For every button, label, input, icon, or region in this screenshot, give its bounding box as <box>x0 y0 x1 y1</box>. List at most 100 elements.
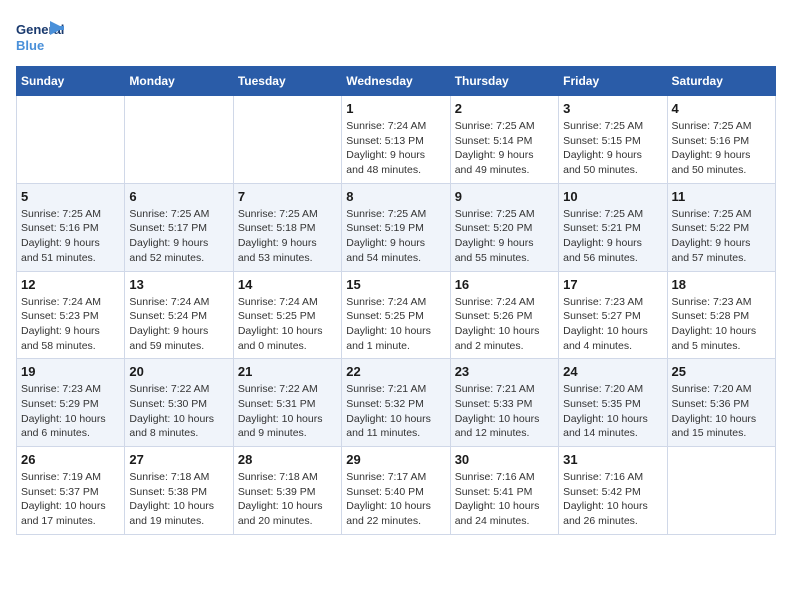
day-info: Sunrise: 7:25 AM Sunset: 5:19 PM Dayligh… <box>346 207 445 266</box>
day-info: Sunrise: 7:24 AM Sunset: 5:24 PM Dayligh… <box>129 295 228 354</box>
calendar-week-row: 19 Sunrise: 7:23 AM Sunset: 5:29 PM Dayli… <box>17 359 776 447</box>
calendar-cell: 28 Sunrise: 7:18 AM Sunset: 5:39 PM Dayli… <box>233 447 341 535</box>
calendar-cell: 10 Sunrise: 7:25 AM Sunset: 5:21 PM Dayli… <box>559 183 667 271</box>
day-info: Sunrise: 7:22 AM Sunset: 5:31 PM Dayligh… <box>238 382 337 441</box>
day-info: Sunrise: 7:24 AM Sunset: 5:23 PM Dayligh… <box>21 295 120 354</box>
day-number: 1 <box>346 101 445 116</box>
day-info: Sunrise: 7:20 AM Sunset: 5:36 PM Dayligh… <box>672 382 771 441</box>
day-number: 30 <box>455 452 554 467</box>
day-number: 7 <box>238 189 337 204</box>
calendar-cell: 9 Sunrise: 7:25 AM Sunset: 5:20 PM Daylig… <box>450 183 558 271</box>
day-number: 15 <box>346 277 445 292</box>
day-number: 9 <box>455 189 554 204</box>
day-number: 21 <box>238 364 337 379</box>
calendar-cell: 5Sunrise: 7:25 AM Sunset: 5:16 PM Daylig… <box>17 183 125 271</box>
day-number: 22 <box>346 364 445 379</box>
calendar-header: SundayMondayTuesdayWednesdayThursdayFrid… <box>17 67 776 96</box>
day-info: Sunrise: 7:25 AM Sunset: 5:20 PM Dayligh… <box>455 207 554 266</box>
day-number: 11 <box>672 189 771 204</box>
calendar-cell: 7 Sunrise: 7:25 AM Sunset: 5:18 PM Daylig… <box>233 183 341 271</box>
day-info: Sunrise: 7:22 AM Sunset: 5:30 PM Dayligh… <box>129 382 228 441</box>
day-info: Sunrise: 7:23 AM Sunset: 5:28 PM Dayligh… <box>672 295 771 354</box>
day-number: 24 <box>563 364 662 379</box>
day-number: 6 <box>129 189 228 204</box>
day-info: Sunrise: 7:24 AM Sunset: 5:13 PM Dayligh… <box>346 119 445 178</box>
calendar-cell: 3 Sunrise: 7:25 AM Sunset: 5:15 PM Daylig… <box>559 96 667 184</box>
calendar-cell: 1 Sunrise: 7:24 AM Sunset: 5:13 PM Daylig… <box>342 96 450 184</box>
day-info: Sunrise: 7:21 AM Sunset: 5:33 PM Dayligh… <box>455 382 554 441</box>
calendar-week-row: 12 Sunrise: 7:24 AM Sunset: 5:23 PM Dayli… <box>17 271 776 359</box>
day-number: 26 <box>21 452 120 467</box>
day-info: Sunrise: 7:25 AM Sunset: 5:21 PM Dayligh… <box>563 207 662 266</box>
weekday-header-saturday: Saturday <box>667 67 775 96</box>
day-number: 27 <box>129 452 228 467</box>
day-info: Sunrise: 7:21 AM Sunset: 5:32 PM Dayligh… <box>346 382 445 441</box>
day-info: Sunrise: 7:25 AM Sunset: 5:16 PM Dayligh… <box>672 119 771 178</box>
calendar-table: SundayMondayTuesdayWednesdayThursdayFrid… <box>16 66 776 535</box>
day-info: Sunrise: 7:25 AM Sunset: 5:17 PM Dayligh… <box>129 207 228 266</box>
day-number: 13 <box>129 277 228 292</box>
logo: General Blue <box>16 16 64 56</box>
weekday-header-wednesday: Wednesday <box>342 67 450 96</box>
calendar-cell: 23 Sunrise: 7:21 AM Sunset: 5:33 PM Dayli… <box>450 359 558 447</box>
calendar-cell: 12 Sunrise: 7:24 AM Sunset: 5:23 PM Dayli… <box>17 271 125 359</box>
calendar-week-row: 5Sunrise: 7:25 AM Sunset: 5:16 PM Daylig… <box>17 183 776 271</box>
svg-text:Blue: Blue <box>16 38 44 53</box>
calendar-cell: 29Sunrise: 7:17 AM Sunset: 5:40 PM Dayli… <box>342 447 450 535</box>
day-number: 23 <box>455 364 554 379</box>
day-number: 12 <box>21 277 120 292</box>
calendar-cell <box>17 96 125 184</box>
day-info: Sunrise: 7:16 AM Sunset: 5:41 PM Dayligh… <box>455 470 554 529</box>
day-info: Sunrise: 7:17 AM Sunset: 5:40 PM Dayligh… <box>346 470 445 529</box>
day-number: 28 <box>238 452 337 467</box>
day-number: 8 <box>346 189 445 204</box>
calendar-cell: 8 Sunrise: 7:25 AM Sunset: 5:19 PM Daylig… <box>342 183 450 271</box>
page-header: General Blue <box>16 16 776 56</box>
day-info: Sunrise: 7:25 AM Sunset: 5:18 PM Dayligh… <box>238 207 337 266</box>
calendar-cell: 2Sunrise: 7:25 AM Sunset: 5:14 PM Daylig… <box>450 96 558 184</box>
day-info: Sunrise: 7:25 AM Sunset: 5:15 PM Dayligh… <box>563 119 662 178</box>
day-number: 20 <box>129 364 228 379</box>
day-info: Sunrise: 7:24 AM Sunset: 5:25 PM Dayligh… <box>346 295 445 354</box>
day-info: Sunrise: 7:25 AM Sunset: 5:22 PM Dayligh… <box>672 207 771 266</box>
day-info: Sunrise: 7:25 AM Sunset: 5:16 PM Dayligh… <box>21 207 120 266</box>
calendar-cell: 25 Sunrise: 7:20 AM Sunset: 5:36 PM Dayli… <box>667 359 775 447</box>
calendar-cell: 26 Sunrise: 7:19 AM Sunset: 5:37 PM Dayli… <box>17 447 125 535</box>
calendar-cell: 20 Sunrise: 7:22 AM Sunset: 5:30 PM Dayli… <box>125 359 233 447</box>
calendar-cell: 17Sunrise: 7:23 AM Sunset: 5:27 PM Dayli… <box>559 271 667 359</box>
calendar-cell: 11 Sunrise: 7:25 AM Sunset: 5:22 PM Dayli… <box>667 183 775 271</box>
calendar-cell: 24 Sunrise: 7:20 AM Sunset: 5:35 PM Dayli… <box>559 359 667 447</box>
day-number: 3 <box>563 101 662 116</box>
weekday-header-monday: Monday <box>125 67 233 96</box>
calendar-cell <box>125 96 233 184</box>
day-info: Sunrise: 7:20 AM Sunset: 5:35 PM Dayligh… <box>563 382 662 441</box>
weekday-header-sunday: Sunday <box>17 67 125 96</box>
day-info: Sunrise: 7:18 AM Sunset: 5:38 PM Dayligh… <box>129 470 228 529</box>
calendar-cell <box>667 447 775 535</box>
weekday-header-tuesday: Tuesday <box>233 67 341 96</box>
day-info: Sunrise: 7:25 AM Sunset: 5:14 PM Dayligh… <box>455 119 554 178</box>
day-info: Sunrise: 7:23 AM Sunset: 5:29 PM Dayligh… <box>21 382 120 441</box>
logo-icon: General Blue <box>16 16 64 56</box>
day-info: Sunrise: 7:19 AM Sunset: 5:37 PM Dayligh… <box>21 470 120 529</box>
day-number: 19 <box>21 364 120 379</box>
day-number: 16 <box>455 277 554 292</box>
day-number: 10 <box>563 189 662 204</box>
calendar-cell: 19 Sunrise: 7:23 AM Sunset: 5:29 PM Dayli… <box>17 359 125 447</box>
calendar-cell <box>233 96 341 184</box>
calendar-cell: 18 Sunrise: 7:23 AM Sunset: 5:28 PM Dayli… <box>667 271 775 359</box>
weekday-header-row: SundayMondayTuesdayWednesdayThursdayFrid… <box>17 67 776 96</box>
calendar-cell: 15 Sunrise: 7:24 AM Sunset: 5:25 PM Dayli… <box>342 271 450 359</box>
day-info: Sunrise: 7:16 AM Sunset: 5:42 PM Dayligh… <box>563 470 662 529</box>
calendar-week-row: 26 Sunrise: 7:19 AM Sunset: 5:37 PM Dayli… <box>17 447 776 535</box>
weekday-header-thursday: Thursday <box>450 67 558 96</box>
day-info: Sunrise: 7:18 AM Sunset: 5:39 PM Dayligh… <box>238 470 337 529</box>
calendar-cell: 13 Sunrise: 7:24 AM Sunset: 5:24 PM Dayli… <box>125 271 233 359</box>
calendar-cell: 22 Sunrise: 7:21 AM Sunset: 5:32 PM Dayli… <box>342 359 450 447</box>
day-number: 25 <box>672 364 771 379</box>
day-number: 4 <box>672 101 771 116</box>
calendar-cell: 4 Sunrise: 7:25 AM Sunset: 5:16 PM Daylig… <box>667 96 775 184</box>
day-number: 14 <box>238 277 337 292</box>
calendar-cell: 21 Sunrise: 7:22 AM Sunset: 5:31 PM Dayli… <box>233 359 341 447</box>
day-number: 18 <box>672 277 771 292</box>
